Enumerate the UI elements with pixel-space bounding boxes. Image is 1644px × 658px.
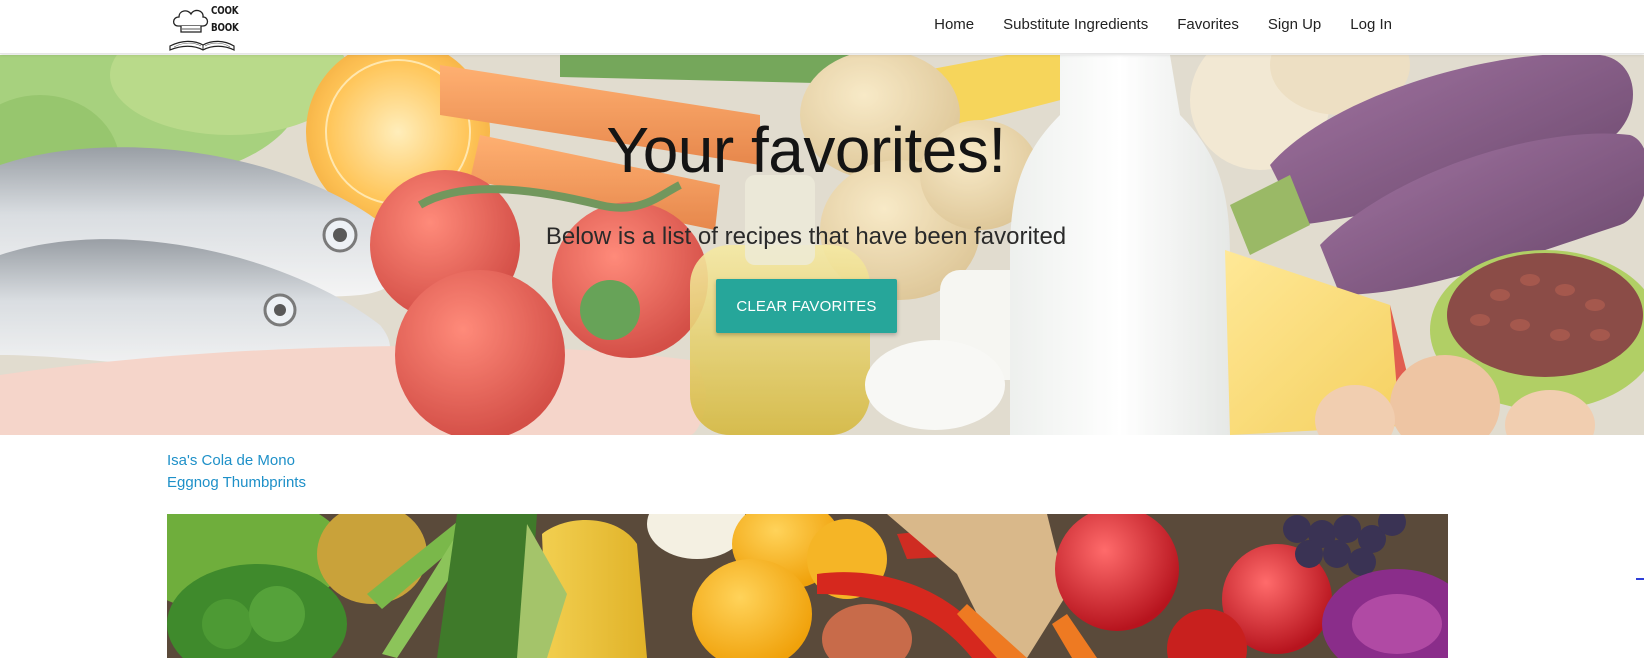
favorite-recipe-link[interactable]: Eggnog Thumbprints bbox=[167, 474, 306, 491]
page-subtitle: Below is a list of recipes that have bee… bbox=[545, 223, 1067, 250]
logo-text-book: BOOK bbox=[211, 21, 239, 34]
page-title: Your favorites! bbox=[606, 114, 1006, 186]
top-navbar: COOK BOOK Home Substitute Ingredients Fa… bbox=[0, 0, 1644, 54]
clear-favorites-button[interactable]: CLEAR FAVORITES bbox=[716, 279, 897, 333]
nav-log-in[interactable]: Log In bbox=[1350, 16, 1392, 33]
nav-substitute-ingredients[interactable]: Substitute Ingredients bbox=[1003, 16, 1148, 33]
vegetables-image bbox=[167, 514, 1448, 658]
hero-banner: Your favorites! Below is a list of recip… bbox=[0, 55, 1644, 435]
cookbook-logo[interactable]: COOK BOOK bbox=[168, 2, 242, 52]
list-item: Eggnog Thumbprints bbox=[167, 474, 306, 496]
favorites-list: Isa's Cola de Mono Eggnog Thumbprints bbox=[167, 452, 306, 496]
list-item: Isa's Cola de Mono bbox=[167, 452, 306, 474]
edge-marker bbox=[1636, 578, 1644, 580]
nav-favorites[interactable]: Favorites bbox=[1177, 16, 1239, 33]
nav-sign-up[interactable]: Sign Up bbox=[1268, 16, 1321, 33]
favorite-recipe-link[interactable]: Isa's Cola de Mono bbox=[167, 452, 295, 469]
vegetables-banner bbox=[167, 514, 1448, 658]
nav-home[interactable]: Home bbox=[934, 16, 974, 33]
nav-links: Home Substitute Ingredients Favorites Si… bbox=[905, 0, 1392, 48]
logo-text-cook: COOK bbox=[211, 4, 239, 17]
